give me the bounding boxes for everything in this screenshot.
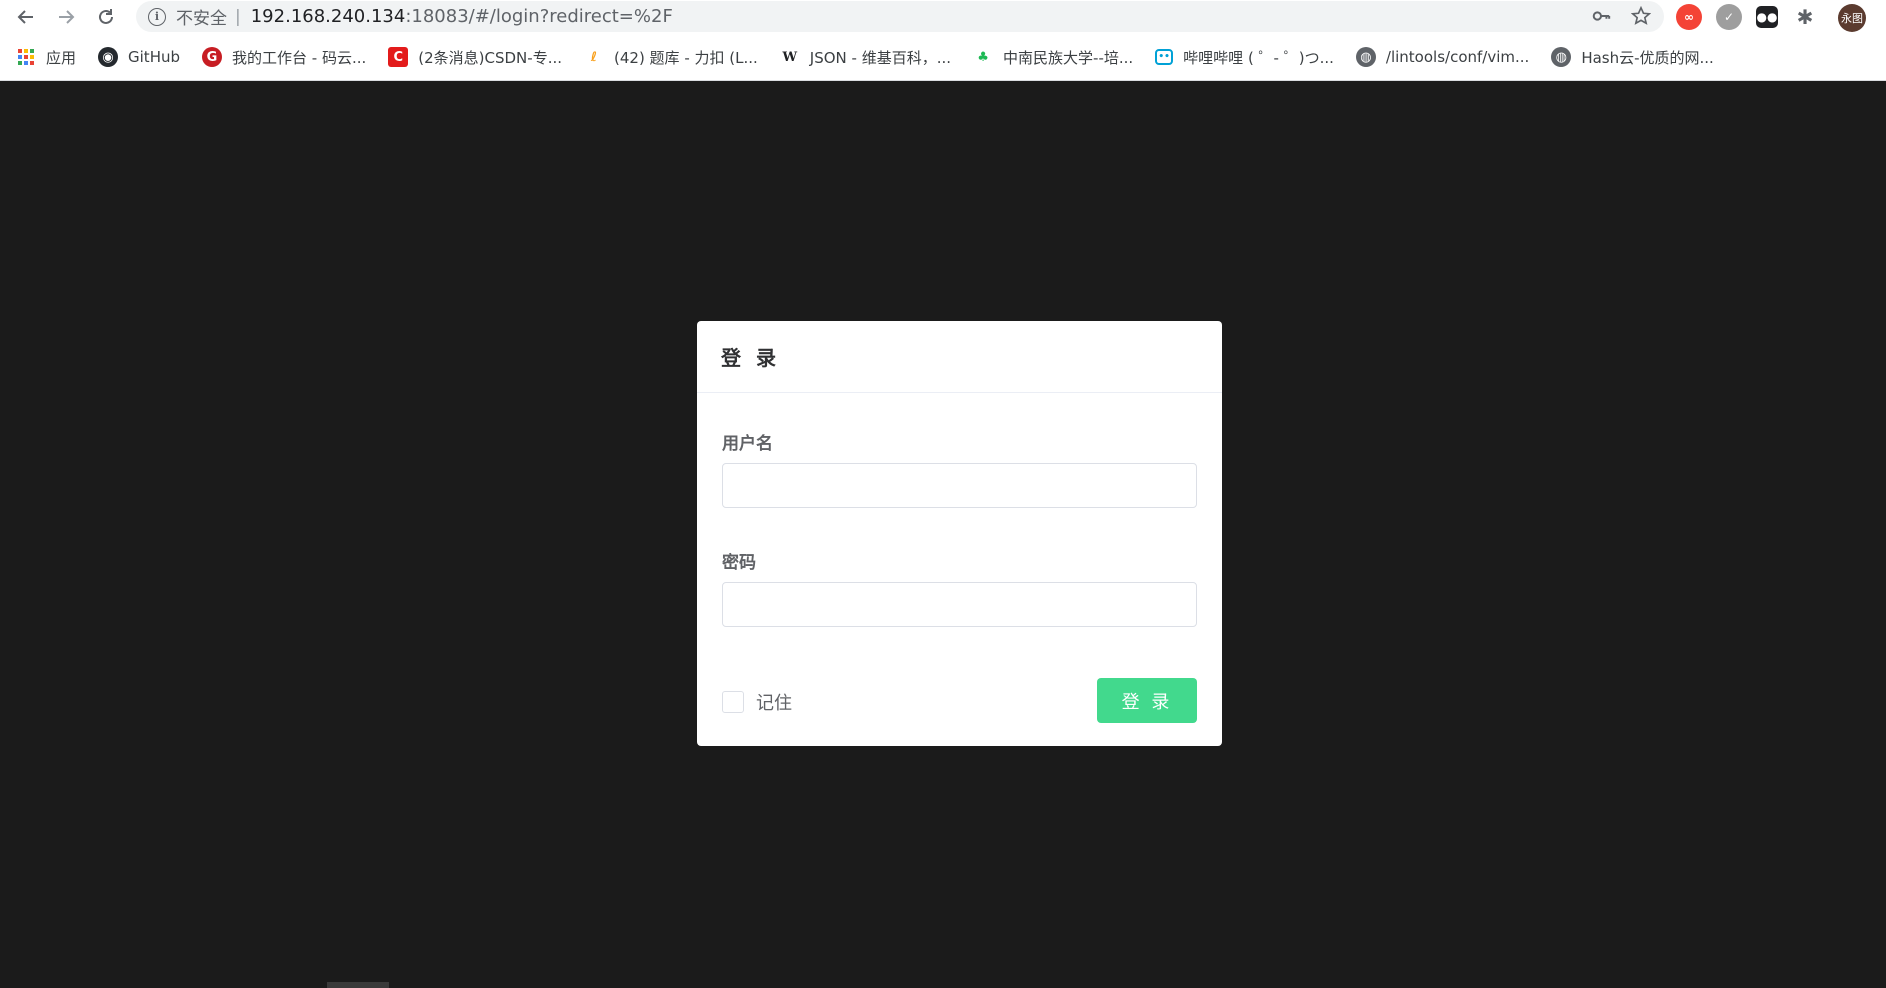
check-extension-icon[interactable]: ✓: [1716, 4, 1742, 30]
remember-checkbox[interactable]: [722, 691, 744, 713]
bookmark-hashyun[interactable]: ◍ Hash云-优质的网...: [1551, 45, 1714, 69]
bookmarks-bar: 应用 ◉ GitHub G 我的工作台 - 码云... C (2条消息)CSDN…: [0, 45, 1886, 69]
extensions-bar: ∞ ✓ ●● ✱: [1676, 3, 1818, 31]
forward-button[interactable]: [53, 4, 79, 30]
bookmark-label: GitHub: [128, 48, 180, 66]
csdn-icon: C: [388, 47, 409, 67]
scroll-indicator: [327, 982, 389, 988]
bookmark-label: 我的工作台 - 码云...: [232, 48, 367, 67]
bookmark-leetcode[interactable]: ℓ (42) 题库 - 力扣 (L...: [584, 45, 758, 69]
username-label: 用户名: [722, 434, 773, 454]
github-icon: ◉: [98, 47, 119, 67]
wikipedia-icon: W: [782, 49, 798, 65]
bookmark-label: JSON - 维基百科，...: [809, 48, 952, 67]
globe-icon: ◍: [1355, 47, 1376, 67]
gitee-icon: G: [202, 47, 222, 67]
back-arrow-icon: [17, 10, 33, 24]
bookmark-label: 哔哩哔哩 ( ゜- ゜)つ...: [1183, 48, 1334, 67]
puzzle-extensions-icon[interactable]: ✱: [1792, 4, 1818, 30]
bookmark-lintools[interactable]: ◍ /lintools/conf/vim...: [1355, 45, 1530, 69]
tampermonkey-extension-icon[interactable]: ●●: [1756, 6, 1778, 28]
address-bar[interactable]: i 不安全 | 192.168.240.134 :18083/#/login?r…: [136, 1, 1664, 32]
bookmark-university[interactable]: ♣ 中南民族大学--培...: [973, 45, 1133, 69]
login-actions: 记住 登 录: [722, 678, 1197, 723]
bookmark-gitee[interactable]: G 我的工作台 - 码云...: [202, 45, 366, 69]
bookmark-label: (2条消息)CSDN-专...: [418, 48, 562, 67]
url-host: 192.168.240.134: [250, 6, 406, 27]
reload-button[interactable]: [93, 4, 119, 30]
bookmark-label: 中南民族大学--培...: [1003, 48, 1134, 67]
remember-me[interactable]: 记住: [722, 689, 792, 715]
key-icon[interactable]: [1590, 5, 1612, 27]
leetcode-icon: ℓ: [590, 49, 598, 65]
globe-icon: ◍: [1551, 47, 1572, 67]
university-icon: ♣: [977, 49, 989, 65]
browser-chrome: i 不安全 | 192.168.240.134 :18083/#/login?r…: [0, 0, 1886, 81]
login-title: 登 录: [721, 346, 780, 370]
forward-arrow-icon: [59, 10, 75, 24]
bookmark-label: 应用: [46, 48, 77, 67]
login-form: 用户名 密码: [697, 429, 1222, 627]
omnibox-actions: [1590, 5, 1652, 27]
url-separator: |: [235, 6, 241, 27]
password-input[interactable]: [722, 582, 1197, 627]
back-button[interactable]: [13, 4, 39, 30]
bookmark-apps[interactable]: 应用: [16, 45, 76, 69]
site-info-icon[interactable]: i: [148, 7, 166, 26]
username-input[interactable]: [722, 463, 1197, 508]
remember-label: 记住: [756, 693, 792, 714]
bookmark-star-icon[interactable]: [1630, 5, 1652, 27]
bookmark-label: /lintools/conf/vim...: [1385, 48, 1530, 66]
bookmark-wikipedia[interactable]: W JSON - 维基百科，...: [780, 45, 951, 69]
page-background: 登 录 用户名 密码 记住 登 录: [0, 81, 1886, 988]
insecure-label: 不安全: [176, 9, 227, 29]
login-card: 登 录 用户名 密码 记住 登 录: [697, 321, 1222, 746]
bookmark-bilibili[interactable]: •• 哔哩哔哩 ( ゜- ゜)つ...: [1155, 45, 1334, 69]
infinity-extension-icon[interactable]: ∞: [1676, 4, 1702, 30]
bookmark-label: Hash云-优质的网...: [1581, 48, 1714, 67]
login-button[interactable]: 登 录: [1097, 678, 1197, 723]
browser-toolbar: i 不安全 | 192.168.240.134 :18083/#/login?r…: [0, 0, 1886, 33]
bookmark-label: (42) 题库 - 力扣 (L...: [614, 48, 758, 67]
bookmark-csdn[interactable]: C (2条消息)CSDN-专...: [388, 45, 562, 69]
apps-grid-icon: [16, 47, 36, 67]
bilibili-icon: ••: [1155, 49, 1174, 65]
login-card-header: 登 录: [697, 321, 1222, 393]
url-path: :18083/#/login?redirect=%2F: [405, 6, 673, 27]
bookmark-github[interactable]: ◉ GitHub: [98, 45, 180, 69]
password-label: 密码: [722, 553, 756, 573]
reload-icon: [99, 9, 113, 24]
profile-avatar[interactable]: 永图: [1838, 4, 1866, 32]
